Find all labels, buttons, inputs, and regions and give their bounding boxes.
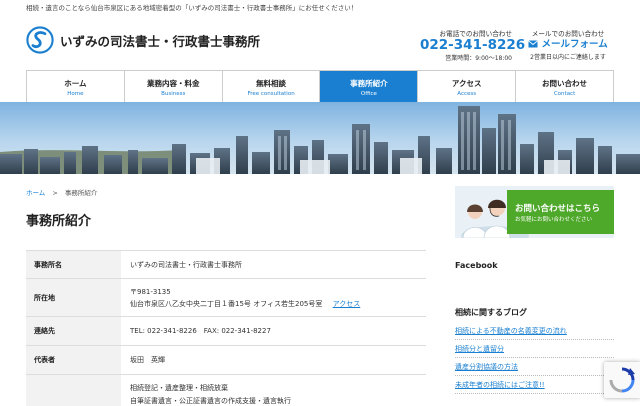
- tel-contact: お電話でのお問い合わせ 022-341-8226 営業時間：9:00〜18:00: [420, 28, 512, 62]
- mail-contact: メールでのお問い合わせ メールフォーム 2営業日以内にご連絡します: [522, 28, 614, 61]
- contact-value: TEL: 022-341-8226 FAX: 022-341-8227: [121, 317, 426, 346]
- blog-link[interactable]: 遺産分割協議の方法: [455, 358, 614, 376]
- breadcrumb-current: 事務所紹介: [65, 189, 98, 197]
- nav-sublabel: Contact: [516, 91, 613, 97]
- breadcrumb-home-link[interactable]: ホーム: [26, 189, 45, 197]
- table-row: 相続登記・遺産整理・相続放棄 自筆証書遺言・公正証書遺言の作成支援・遺言執行: [26, 375, 426, 406]
- nav-sublabel: Business: [125, 91, 222, 97]
- mail-label: メールでのお問い合わせ: [522, 28, 614, 38]
- nav-label: 事務所紹介: [320, 78, 417, 89]
- nav-free-consultation[interactable]: 無料相談 Free consultation: [223, 71, 321, 102]
- address-text: 仙台市泉区八乙女中央二丁目１番15号 オフィス若生205号室: [130, 300, 322, 308]
- nav-sublabel: Free consultation: [223, 91, 320, 97]
- breadcrumb: ホーム > 事務所紹介: [26, 187, 97, 197]
- nav-sublabel: Office: [320, 91, 417, 97]
- table-row: 所在地 〒981-3135 仙台市泉区八乙女中央二丁目１番15号 オフィス若生2…: [26, 279, 426, 317]
- blog-link[interactable]: 相続分と遺留分: [455, 340, 614, 358]
- nav-label: お問い合わせ: [516, 78, 613, 89]
- blog-link[interactable]: 未成年者の相続にはご注意!!: [455, 376, 614, 394]
- recaptcha-badge[interactable]: [604, 362, 640, 398]
- nav-sublabel: Access: [418, 91, 515, 97]
- mail-form-link[interactable]: メールフォーム: [522, 38, 614, 52]
- banner-subtitle: お気軽にお問い合わせください: [515, 215, 592, 223]
- nav-office[interactable]: 事務所紹介 Office: [320, 71, 418, 102]
- address-line: 仙台市泉区八乙女中央二丁目１番15号 オフィス若生205号室 アクセス: [130, 299, 426, 309]
- nav-home[interactable]: ホーム Home: [27, 71, 125, 102]
- representative-value: 坂田 英輝: [121, 346, 426, 375]
- banner-title: お問い合わせはこちら: [515, 202, 600, 214]
- services-line: 自筆証書遺言・公正証書遺言の作成支援・遺言執行: [130, 396, 426, 406]
- envelope-icon: [528, 40, 538, 48]
- page-title: 事務所紹介: [26, 210, 91, 229]
- nav-sublabel: Home: [27, 91, 124, 97]
- postal-code: 〒981-3135: [130, 287, 426, 297]
- services-line: 相続登記・遺産整理・相続放棄: [130, 383, 426, 393]
- row-label: 連絡先: [26, 317, 121, 346]
- tel-number[interactable]: 022-341-8226: [420, 38, 512, 53]
- nav-business[interactable]: 業務内容・料金 Business: [125, 71, 223, 102]
- nav-access[interactable]: アクセス Access: [418, 71, 516, 102]
- row-label: 事務所名: [26, 251, 121, 279]
- office-name-value: いずみの司法書士・行政書士事務所: [121, 251, 426, 279]
- address-value: 〒981-3135 仙台市泉区八乙女中央二丁目１番15号 オフィス若生205号室…: [121, 279, 426, 317]
- row-label: [26, 375, 121, 406]
- nav-label: 業務内容・料金: [125, 78, 222, 89]
- table-row: 連絡先 TEL: 022-341-8226 FAX: 022-341-8227: [26, 317, 426, 346]
- access-link[interactable]: アクセス: [333, 300, 361, 308]
- recaptcha-icon: [604, 362, 640, 398]
- top-tagline: 相続・遺言のことなら仙台市泉区にある地域密着型の「いずみの司法書士・行政書士事務…: [0, 0, 640, 16]
- breadcrumb-separator: >: [52, 189, 57, 197]
- site-logo[interactable]: いずみの司法書士・行政書士事務所: [26, 26, 260, 54]
- logo-icon: [26, 26, 54, 54]
- row-label: 所在地: [26, 279, 121, 317]
- contact-banner[interactable]: お問い合わせはこちら お気軽にお問い合わせください: [455, 186, 614, 238]
- hero-cityscape-image: [0, 102, 640, 174]
- blog-list: 相続による不動産の名義変更の流れ 相続分と遺留分 遺産分割協議の方法 未成年者の…: [455, 322, 614, 394]
- nav-label: 無料相談: [223, 78, 320, 89]
- main-nav: ホーム Home 業務内容・料金 Business 無料相談 Free cons…: [26, 70, 614, 102]
- blog-heading: 相続に関するブログ: [455, 307, 527, 318]
- business-hours: 営業時間：9:00〜18:00: [420, 53, 512, 62]
- nav-label: アクセス: [418, 78, 515, 89]
- mail-note: 2営業日以内にご連絡します: [522, 52, 614, 61]
- table-row: 事務所名 いずみの司法書士・行政書士事務所: [26, 251, 426, 279]
- nav-contact[interactable]: お問い合わせ Contact: [516, 71, 613, 102]
- services-value: 相続登記・遺産整理・相続放棄 自筆証書遺言・公正証書遺言の作成支援・遺言執行: [121, 375, 426, 406]
- mail-form-label: メールフォーム: [542, 39, 608, 50]
- site-header: いずみの司法書士・行政書士事務所 お電話でのお問い合わせ 022-341-822…: [0, 16, 640, 70]
- office-info-table: 事務所名 いずみの司法書士・行政書士事務所 所在地 〒981-3135 仙台市泉…: [26, 250, 426, 406]
- facebook-heading: Facebook: [455, 261, 498, 270]
- nav-label: ホーム: [27, 78, 124, 89]
- logo-text: いずみの司法書士・行政書士事務所: [60, 31, 260, 50]
- row-label: 代表者: [26, 346, 121, 375]
- table-row: 代表者 坂田 英輝: [26, 346, 426, 375]
- blog-link[interactable]: 相続による不動産の名義変更の流れ: [455, 322, 614, 340]
